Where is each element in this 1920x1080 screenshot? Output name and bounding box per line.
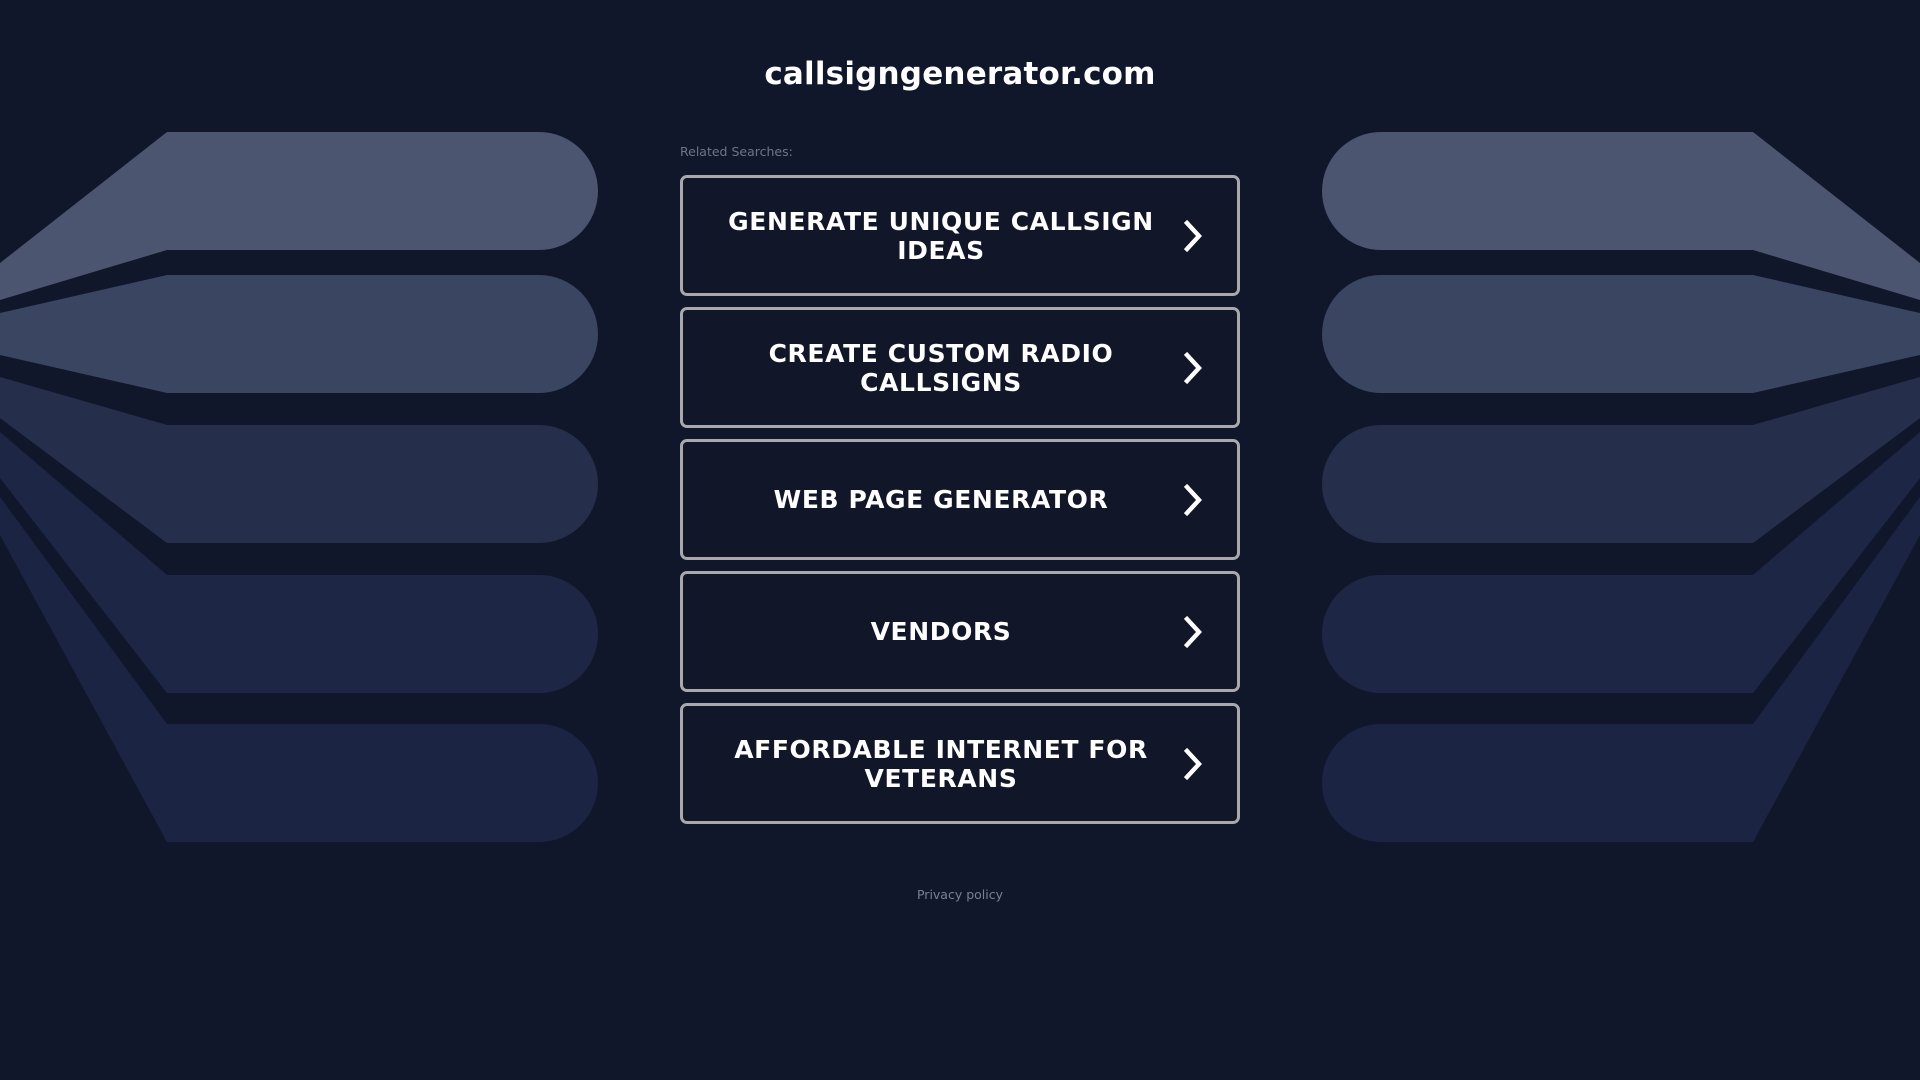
- related-search-link[interactable]: AFFORDABLE INTERNET FOR VETERANS: [680, 703, 1240, 824]
- site-title: callsigngenerator.com: [764, 56, 1156, 92]
- left-background-band: [0, 132, 598, 300]
- related-search-link[interactable]: VENDORS: [680, 571, 1240, 692]
- chevron-right-icon: [1177, 351, 1209, 384]
- related-searches-list: GENERATE UNIQUE CALLSIGN IDEAS CREATE CU…: [680, 175, 1240, 835]
- related-search-link[interactable]: GENERATE UNIQUE CALLSIGN IDEAS: [680, 175, 1240, 296]
- privacy-policy-link[interactable]: Privacy policy: [0, 887, 1920, 902]
- chevron-right-icon: [1177, 747, 1209, 780]
- left-background-band: [0, 275, 598, 393]
- related-search-link[interactable]: CREATE CUSTOM RADIO CALLSIGNS: [680, 307, 1240, 428]
- related-search-label: CREATE CUSTOM RADIO CALLSIGNS: [768, 338, 1114, 397]
- related-search-label: WEB PAGE GENERATOR: [773, 485, 1109, 514]
- related-search-link[interactable]: WEB PAGE GENERATOR: [680, 439, 1240, 560]
- right-background-band: [1322, 132, 1920, 300]
- chevron-right-icon: [1177, 219, 1209, 252]
- chevron-right-icon: [1177, 615, 1209, 648]
- right-background-band: [1322, 275, 1920, 393]
- chevron-right-icon: [1177, 483, 1209, 516]
- parked-domain-page: callsigngenerator.com Related Searches: …: [0, 0, 1920, 1080]
- related-search-label: AFFORDABLE INTERNET FOR VETERANS: [734, 734, 1148, 793]
- related-search-label: VENDORS: [870, 617, 1012, 646]
- related-search-label: GENERATE UNIQUE CALLSIGN IDEAS: [728, 206, 1154, 265]
- related-searches-label: Related Searches:: [680, 144, 793, 159]
